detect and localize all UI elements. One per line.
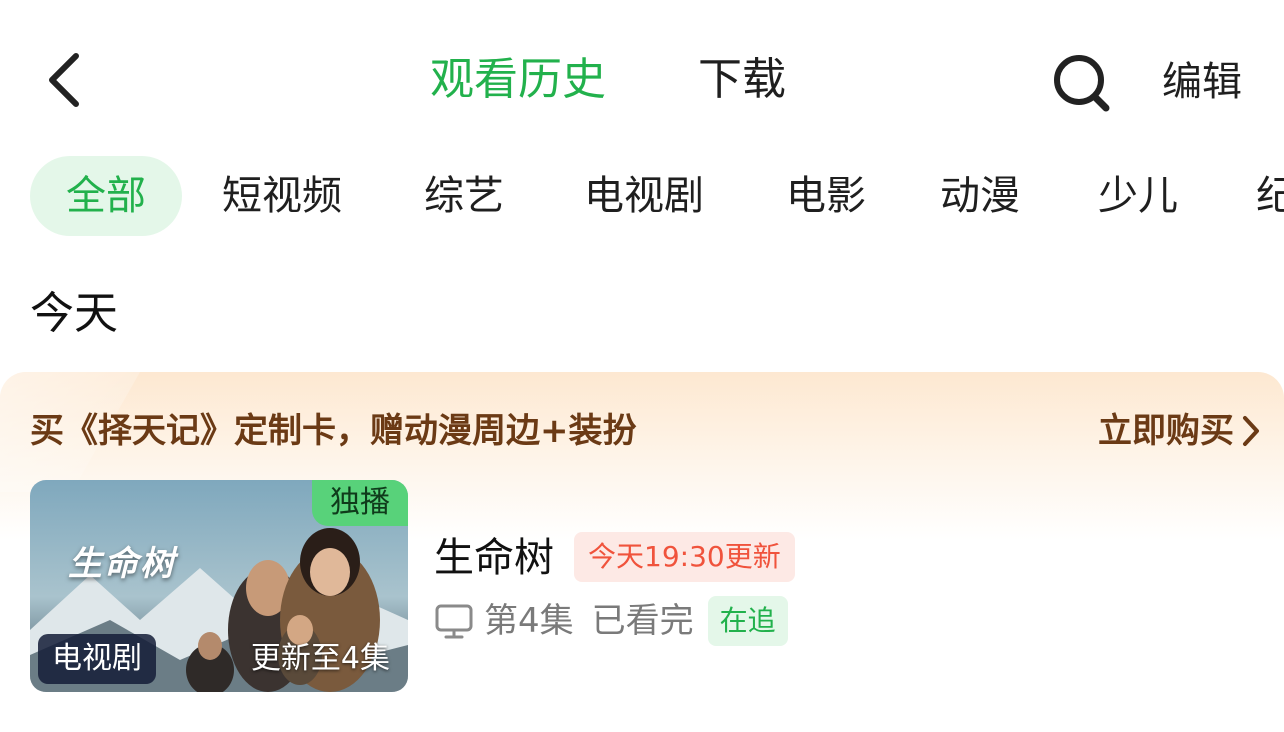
video-title[interactable]: 生命树 bbox=[434, 530, 554, 586]
tab-watch-history[interactable]: 观看历史 bbox=[430, 50, 606, 110]
back-button[interactable] bbox=[40, 48, 96, 112]
content-type-badge: 电视剧 bbox=[38, 634, 156, 684]
following-tag: 在追 bbox=[707, 596, 788, 646]
watch-meta-row: 第4集 已看完 在追 bbox=[434, 596, 788, 646]
episode-progress-label: 更新至4集 bbox=[250, 641, 390, 676]
category-chip-variety[interactable]: 综艺 bbox=[424, 156, 504, 236]
category-chip-tv-series[interactable]: 电视剧 bbox=[584, 156, 704, 236]
category-chip-documentary[interactable]: 纪 bbox=[1256, 156, 1284, 236]
tv-icon bbox=[435, 604, 473, 639]
buy-now-label: 立即购买 bbox=[1098, 411, 1234, 451]
update-time-tag: 今天19:30更新 bbox=[574, 532, 795, 582]
episode-label: 第4集 bbox=[484, 601, 574, 641]
category-chip-all[interactable]: 全部 bbox=[30, 156, 182, 236]
section-title-today: 今天 bbox=[30, 288, 118, 339]
buy-now-link[interactable]: 立即购买 bbox=[1098, 406, 1262, 456]
exclusive-badge: 独播 bbox=[312, 480, 408, 526]
watch-status: 已看完 bbox=[591, 601, 694, 641]
video-thumbnail[interactable]: 生命树 独播 电视剧 更新至4集 bbox=[30, 480, 408, 692]
chevron-right-icon bbox=[1243, 416, 1259, 446]
promo-text: 买《择天记》定制卡，赠动漫周边+装扮 bbox=[30, 411, 637, 451]
category-chip-anime[interactable]: 动漫 bbox=[940, 156, 1020, 236]
poster-title: 生命树 bbox=[68, 544, 176, 584]
category-chip-movie[interactable]: 电影 bbox=[786, 156, 866, 236]
tab-download[interactable]: 下载 bbox=[698, 50, 786, 110]
chevron-left-icon bbox=[49, 53, 79, 107]
category-chip-short-video[interactable]: 短视频 bbox=[222, 156, 342, 236]
category-chip-kids[interactable]: 少儿 bbox=[1098, 156, 1178, 236]
category-filter-bar: 全部 短视频 综艺 电视剧 电影 动漫 少儿 纪 bbox=[0, 156, 1284, 238]
edit-button[interactable]: 编辑 bbox=[1162, 54, 1242, 110]
search-button[interactable] bbox=[1050, 50, 1114, 114]
search-icon bbox=[1054, 55, 1110, 112]
